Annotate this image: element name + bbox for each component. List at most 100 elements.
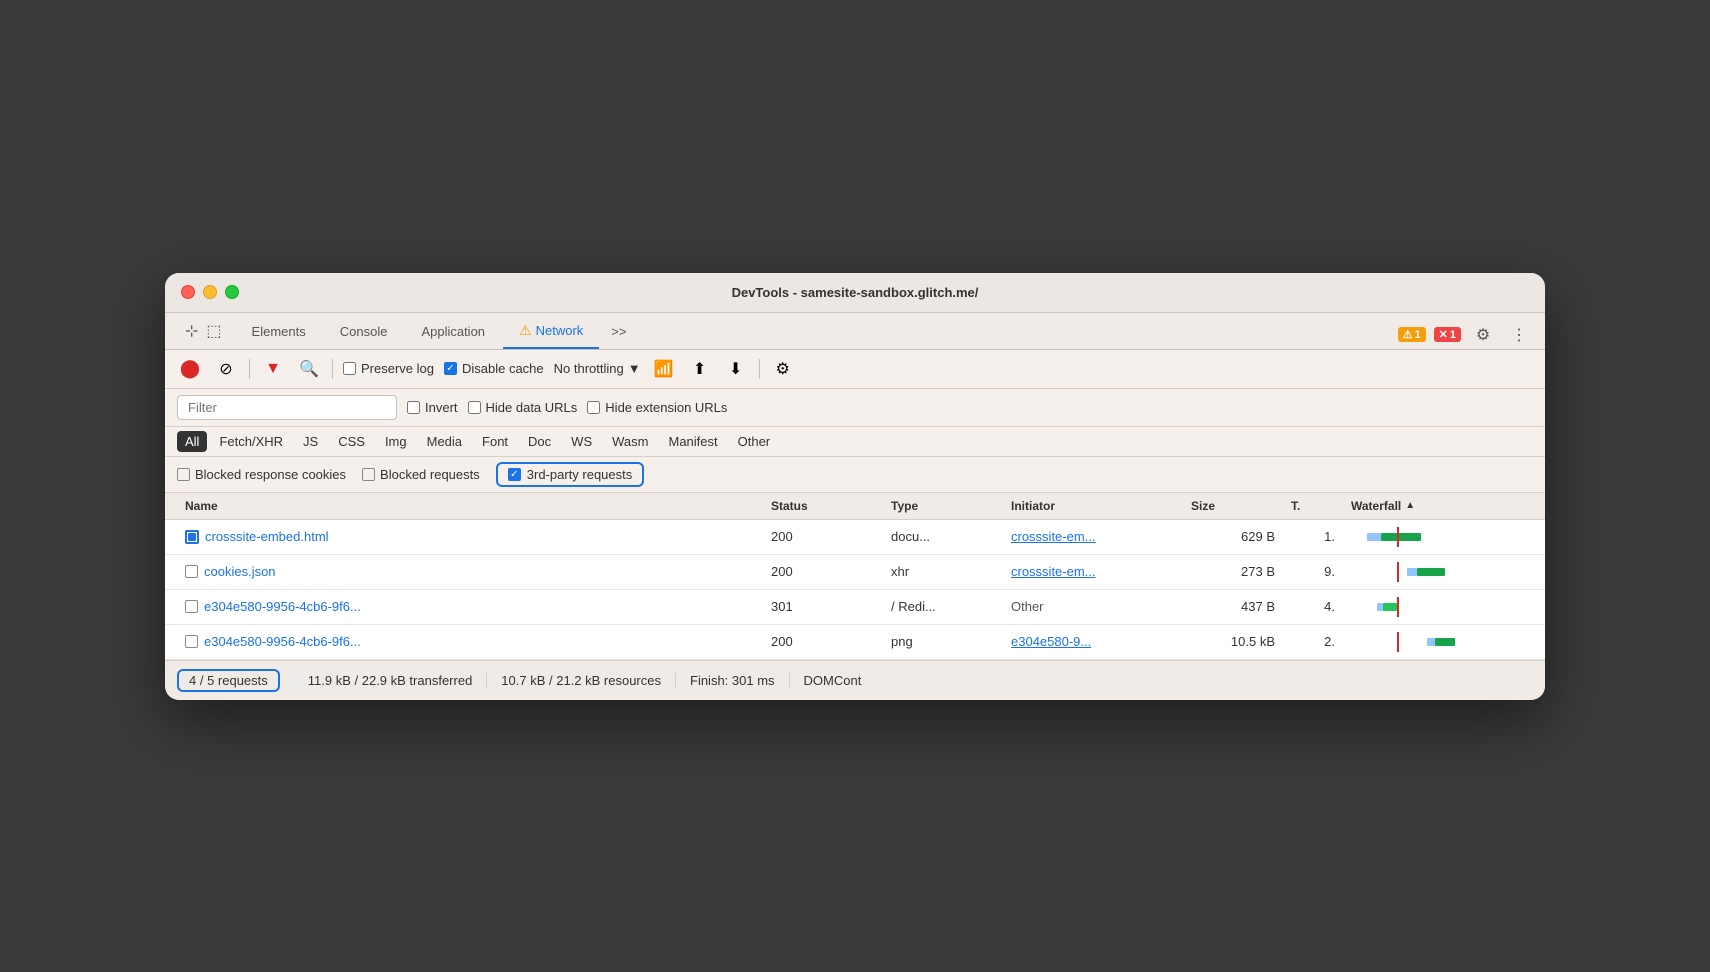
row3-type: / Redi... [883, 592, 1003, 621]
type-css-button[interactable]: CSS [330, 431, 373, 452]
chevron-down-icon: ▼ [628, 361, 641, 376]
blocked-requests-checkbox[interactable]: Blocked requests [362, 467, 480, 482]
third-party-checked-icon: ✓ [508, 468, 521, 481]
devtools-window: DevTools - samesite-sandbox.glitch.me/ ⊹… [165, 273, 1545, 700]
tab-console[interactable]: Console [324, 316, 404, 349]
row4-extra [1503, 635, 1533, 649]
table-row[interactable]: e304e580-9956-4cb6-9f6... 200 png e304e5… [165, 625, 1545, 660]
traffic-lights [181, 285, 239, 299]
row1-initiator[interactable]: crosssite-em... [1003, 522, 1183, 551]
waterfall-bar-3 [1347, 597, 1477, 617]
doc-icon-inner [188, 533, 196, 541]
cookie-filter-bar: Blocked response cookies Blocked request… [165, 457, 1545, 493]
waterfall-bar-2 [1347, 562, 1477, 582]
wf-red-line-3 [1397, 597, 1399, 617]
row3-checkbox-icon [185, 600, 198, 613]
hide-extension-urls-checkbox[interactable]: Hide extension URLs [587, 400, 727, 415]
th-initiator[interactable]: Initiator [1003, 493, 1183, 519]
type-doc-button[interactable]: Doc [520, 431, 559, 452]
wifi-icon[interactable]: 📶 [651, 356, 677, 382]
wf-receiving-4 [1435, 638, 1455, 646]
stop-recording-button[interactable]: ⬤ [177, 356, 203, 382]
table-container: Name Status Type Initiator Size T. Water… [165, 493, 1545, 660]
tab-icons: ⚠ 1 ✕ 1 ⚙ ⋮ [1398, 321, 1533, 349]
row3-size: 437 B [1183, 592, 1283, 621]
invert-input[interactable] [407, 401, 420, 414]
type-fetch-xhr-button[interactable]: Fetch/XHR [211, 431, 291, 452]
blocked-response-cookies-icon [177, 468, 190, 481]
table-row[interactable]: cookies.json 200 xhr crosssite-em... 273… [165, 555, 1545, 590]
type-filter-bar: All Fetch/XHR JS CSS Img Media Font Doc … [165, 427, 1545, 457]
type-js-button[interactable]: JS [295, 431, 326, 452]
download-icon[interactable]: ⬇ [723, 356, 749, 382]
status-finish: Finish: 301 ms [676, 673, 790, 688]
third-party-requests-checkbox[interactable]: ✓ 3rd-party requests [496, 462, 645, 487]
close-button[interactable] [181, 285, 195, 299]
upload-icon[interactable]: ⬆ [687, 356, 713, 382]
tab-elements[interactable]: Elements [236, 316, 322, 349]
preserve-log-checkbox[interactable]: Preserve log [343, 361, 434, 376]
type-manifest-button[interactable]: Manifest [660, 431, 725, 452]
wf-receiving-1 [1381, 533, 1421, 541]
wf-waiting-1 [1367, 533, 1381, 541]
wf-red-line-1 [1397, 527, 1399, 547]
network-warning-icon: ⚠ [519, 322, 532, 339]
filter-icon[interactable]: ▼ [260, 356, 286, 382]
type-all-button[interactable]: All [177, 431, 207, 452]
search-icon[interactable]: 🔍 [296, 356, 322, 382]
th-type[interactable]: Type [883, 493, 1003, 519]
disable-cache-checkbox[interactable]: ✓ Disable cache [444, 361, 544, 376]
network-toolbar: ⬤ ⊘ ▼ 🔍 Preserve log ✓ Disable cache No … [165, 350, 1545, 389]
row2-time: 9. [1283, 557, 1343, 586]
doc-icon [185, 530, 199, 544]
type-font-button[interactable]: Font [474, 431, 516, 452]
table-row[interactable]: crosssite-embed.html 200 docu... crosssi… [165, 520, 1545, 555]
row2-name: cookies.json [177, 557, 763, 586]
tab-bar: ⊹ ⬚ Elements Console Application ⚠ Netwo… [165, 313, 1545, 350]
clear-button[interactable]: ⊘ [213, 356, 239, 382]
row1-status: 200 [763, 522, 883, 551]
window-title: DevTools - samesite-sandbox.glitch.me/ [732, 285, 979, 300]
row2-initiator[interactable]: crosssite-em... [1003, 557, 1183, 586]
th-waterfall[interactable]: Waterfall ▲ [1343, 493, 1503, 519]
device-icon[interactable]: ⬚ [206, 321, 221, 341]
row1-extra [1503, 530, 1533, 544]
wf-receiving-2 [1417, 568, 1445, 576]
type-other-button[interactable]: Other [730, 431, 779, 452]
waterfall-bar-4 [1347, 632, 1477, 652]
more-options-icon[interactable]: ⋮ [1505, 321, 1533, 349]
status-transferred: 11.9 kB / 22.9 kB transferred [294, 673, 488, 688]
row4-type: png [883, 627, 1003, 656]
separator-3 [759, 359, 760, 379]
maximize-button[interactable] [225, 285, 239, 299]
hide-extension-urls-input[interactable] [587, 401, 600, 414]
tab-network[interactable]: ⚠ Network [503, 314, 599, 349]
throttle-select[interactable]: No throttling ▼ [554, 361, 641, 376]
hide-data-urls-checkbox[interactable]: Hide data URLs [468, 400, 578, 415]
hide-data-urls-input[interactable] [468, 401, 481, 414]
table-row[interactable]: e304e580-9956-4cb6-9f6... 301 / Redi... … [165, 590, 1545, 625]
invert-checkbox[interactable]: Invert [407, 400, 458, 415]
status-dom-content: DOMCont [790, 673, 876, 688]
type-img-button[interactable]: Img [377, 431, 415, 452]
type-ws-button[interactable]: WS [563, 431, 600, 452]
row2-checkbox-icon [185, 565, 198, 578]
th-status[interactable]: Status [763, 493, 883, 519]
row2-size: 273 B [1183, 557, 1283, 586]
error-badge: ✕ 1 [1434, 327, 1461, 342]
cursor-icon[interactable]: ⊹ [185, 321, 198, 341]
minimize-button[interactable] [203, 285, 217, 299]
th-size[interactable]: Size [1183, 493, 1283, 519]
preserve-log-input[interactable] [343, 362, 356, 375]
type-media-button[interactable]: Media [419, 431, 470, 452]
settings-icon[interactable]: ⚙ [1469, 321, 1497, 349]
type-wasm-button[interactable]: Wasm [604, 431, 656, 452]
row4-initiator[interactable]: e304e580-9... [1003, 627, 1183, 656]
th-time[interactable]: T. [1283, 493, 1343, 519]
blocked-response-cookies-checkbox[interactable]: Blocked response cookies [177, 467, 346, 482]
tab-application[interactable]: Application [405, 316, 501, 349]
filter-input[interactable] [177, 395, 397, 420]
tab-more[interactable]: >> [601, 316, 636, 349]
th-name[interactable]: Name [177, 493, 763, 519]
settings-icon-2[interactable]: ⚙ [770, 356, 796, 382]
